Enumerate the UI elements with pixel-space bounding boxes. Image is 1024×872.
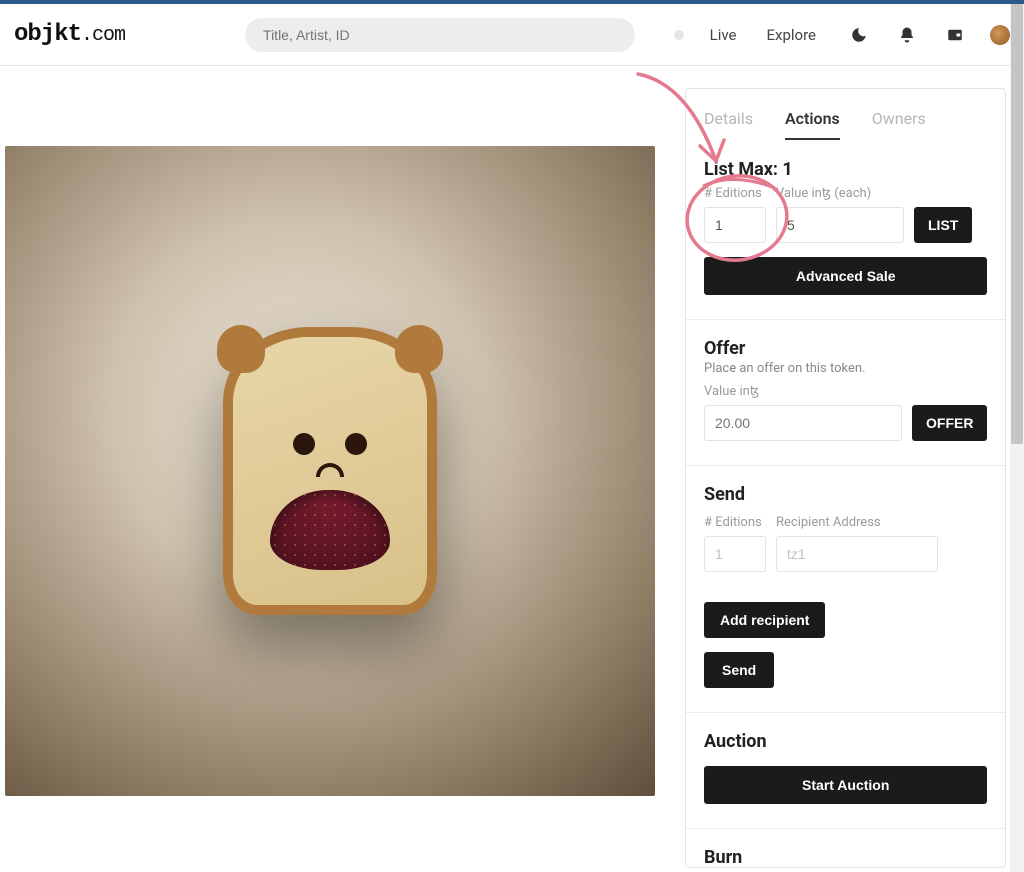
- site-logo[interactable]: objkt.com: [14, 21, 125, 48]
- list-button[interactable]: LIST: [914, 207, 972, 243]
- logo-suffix: .com: [81, 24, 125, 47]
- offer-value-label: Value inꜩ: [704, 384, 987, 399]
- auction-section: Auction Start Auction: [686, 713, 1005, 829]
- top-header: objkt.com Live Explore: [0, 4, 1024, 66]
- burn-section: Burn: [686, 829, 1005, 868]
- actions-sidebar: Details Actions Owners List Max: 1 # Edi…: [655, 66, 1024, 868]
- editions-label: # Editions: [704, 186, 766, 201]
- nav-live[interactable]: Live: [710, 26, 737, 44]
- theme-toggle-icon[interactable]: [846, 22, 872, 48]
- tab-actions[interactable]: Actions: [785, 109, 840, 140]
- nav-explore[interactable]: Explore: [767, 26, 817, 44]
- artwork-area: [0, 66, 655, 868]
- scrollbar-thumb[interactable]: [1011, 4, 1023, 444]
- search-input[interactable]: [245, 18, 635, 52]
- offer-button[interactable]: OFFER: [912, 405, 987, 441]
- recipient-label: Recipient Address: [776, 515, 938, 530]
- list-title: List Max: 1: [704, 159, 987, 180]
- send-editions-label: # Editions: [704, 515, 766, 530]
- notifications-icon[interactable]: [894, 22, 920, 48]
- tab-owners[interactable]: Owners: [872, 109, 926, 140]
- recipient-input[interactable]: [776, 536, 938, 572]
- add-recipient-button[interactable]: Add recipient: [704, 602, 825, 638]
- offer-section: Offer Place an offer on this token. Valu…: [686, 320, 1005, 466]
- list-editions-input[interactable]: [704, 207, 766, 243]
- send-button[interactable]: Send: [704, 652, 774, 688]
- send-section: Send # Editions Recipient Address Add re…: [686, 466, 1005, 713]
- search-container: [245, 18, 635, 52]
- list-value-input[interactable]: [776, 207, 904, 243]
- advanced-sale-button[interactable]: Advanced Sale: [704, 257, 987, 295]
- logo-name: objkt: [14, 21, 81, 48]
- user-avatar[interactable]: [990, 25, 1010, 45]
- burn-title: Burn: [704, 847, 987, 868]
- tab-row: Details Actions Owners: [686, 89, 1005, 141]
- start-auction-button[interactable]: Start Auction: [704, 766, 987, 804]
- nft-image[interactable]: [5, 146, 655, 796]
- value-each-label: Value inꜩ (each): [776, 186, 904, 201]
- offer-value-input[interactable]: [704, 405, 902, 441]
- send-editions-input[interactable]: [704, 536, 766, 572]
- auction-title: Auction: [704, 731, 987, 752]
- send-title: Send: [704, 484, 987, 505]
- tab-details[interactable]: Details: [704, 109, 753, 140]
- status-indicator-icon: [674, 30, 684, 40]
- list-section: List Max: 1 # Editions Value inꜩ (each) …: [686, 141, 1005, 320]
- offer-title: Offer: [704, 338, 987, 359]
- wallet-icon[interactable]: [942, 22, 968, 48]
- offer-subtitle: Place an offer on this token.: [704, 361, 987, 376]
